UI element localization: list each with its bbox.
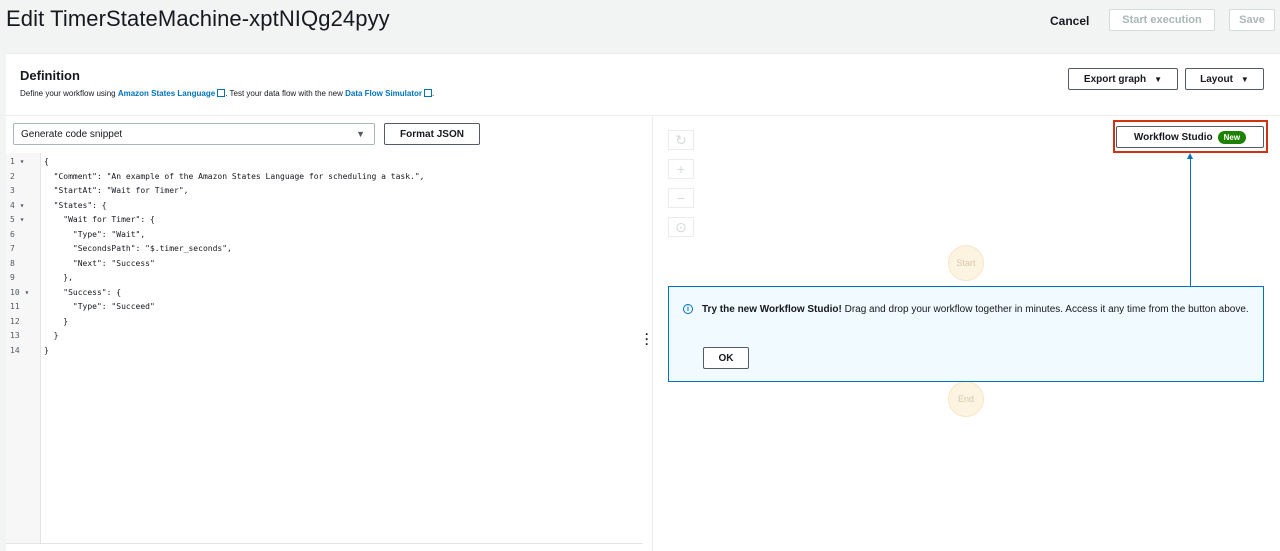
desc-prefix: Define your workflow using [20,89,118,98]
code-line: "Comment": "An example of the Amazon Sta… [44,172,425,181]
start-execution-button[interactable]: Start execution [1109,9,1215,31]
definition-description: Define your workflow using Amazon States… [20,88,434,98]
code-line: { [44,157,49,166]
code-line: "Next": "Success" [44,259,155,268]
code-line: } [44,331,59,340]
line-number: 4 ▾ [10,201,25,210]
code-line: "Type": "Succeed" [44,302,155,311]
code-snippet-select[interactable]: Generate code snippet ▼ [13,123,375,145]
info-bold-text: Try the new Workflow Studio! [702,304,842,315]
arrow-line [1190,158,1191,286]
info-message: Try the new Workflow Studio! Drag and dr… [702,302,1252,317]
resize-handle-icon[interactable]: · · · [645,328,649,350]
line-number: 7 [10,244,15,253]
workflow-studio-info-alert: i Try the new Workflow Studio! Drag and … [668,286,1264,382]
line-number: 13 [10,331,20,340]
info-icon: i [683,304,693,314]
caret-down-icon: ▼ [1154,74,1163,84]
desc-suffix: . [432,89,435,98]
code-line: "Type": "Wait", [44,230,146,239]
layout-button[interactable]: Layout ▼ [1185,68,1264,90]
split-divider [652,115,653,551]
code-line: "StartAt": "Wait for Timer", [44,186,189,195]
asl-link[interactable]: Amazon States Language [118,89,215,98]
code-line: } [44,317,69,326]
line-number-gutter: 1 ▾ 2 3 4 ▾ 5 ▾ 6 7 8 9 10 ▾ 11 12 13 14 [6,153,41,543]
workflow-studio-label: Workflow Studio [1133,131,1213,143]
format-json-button[interactable]: Format JSON [384,123,480,145]
workflow-studio-button[interactable]: Workflow Studio New [1116,126,1264,148]
code-line: "Success": { [44,288,122,297]
code-line: "SecondsPath": "$.timer_seconds", [44,244,232,253]
code-line: }, [44,273,73,282]
save-button[interactable]: Save [1229,9,1275,31]
code-line: "Wait for Timer": { [44,215,155,224]
divider [6,115,1280,116]
zoom-out-icon[interactable]: − [668,188,694,208]
page-title: Edit TimerStateMachine-xptNIQg24pyy [6,6,390,31]
caret-down-icon: ▼ [1240,74,1249,84]
data-flow-simulator-link[interactable]: Data Flow Simulator [345,89,422,98]
definition-title: Definition [20,68,80,83]
line-number: 2 [10,172,15,181]
zoom-in-icon[interactable]: + [668,159,694,179]
desc-middle: . Test your data flow with the new [225,89,346,98]
code-snippet-select-value: Generate code snippet [21,128,123,140]
line-number: 9 [10,273,15,282]
cancel-button[interactable]: Cancel [1050,14,1089,28]
ok-button[interactable]: OK [703,347,749,369]
line-number: 10 ▾ [10,288,30,297]
external-link-icon [424,89,433,97]
end-node[interactable]: End [948,381,984,417]
export-graph-label: Export graph [1083,73,1147,85]
code-editor[interactable]: 1 ▾ 2 3 4 ▾ 5 ▾ 6 7 8 9 10 ▾ 11 12 13 14… [6,153,643,551]
line-number: 3 [10,186,15,195]
line-number: 11 [10,302,20,311]
caret-down-icon: ▼ [356,129,365,139]
layout-label: Layout [1200,73,1233,85]
editor-bottom-border [6,543,643,544]
code-line: } [44,346,49,355]
line-number: 5 ▾ [10,215,25,224]
export-graph-button[interactable]: Export graph ▼ [1068,68,1178,90]
new-badge: New [1217,130,1247,144]
code-line: "States": { [44,201,107,210]
line-number: 1 ▾ [10,157,25,166]
definition-panel: Definition Define your workflow using Am… [6,53,1280,551]
line-number: 8 [10,259,15,268]
start-node[interactable]: Start [948,245,984,281]
line-number: 6 [10,230,15,239]
center-icon[interactable]: ⊙ [668,217,694,237]
line-number: 14 [10,346,20,355]
line-number: 12 [10,317,20,326]
external-link-icon [217,89,226,97]
info-body-text: Drag and drop your workflow together in … [841,304,1249,315]
refresh-icon[interactable]: ↻ [668,130,694,150]
